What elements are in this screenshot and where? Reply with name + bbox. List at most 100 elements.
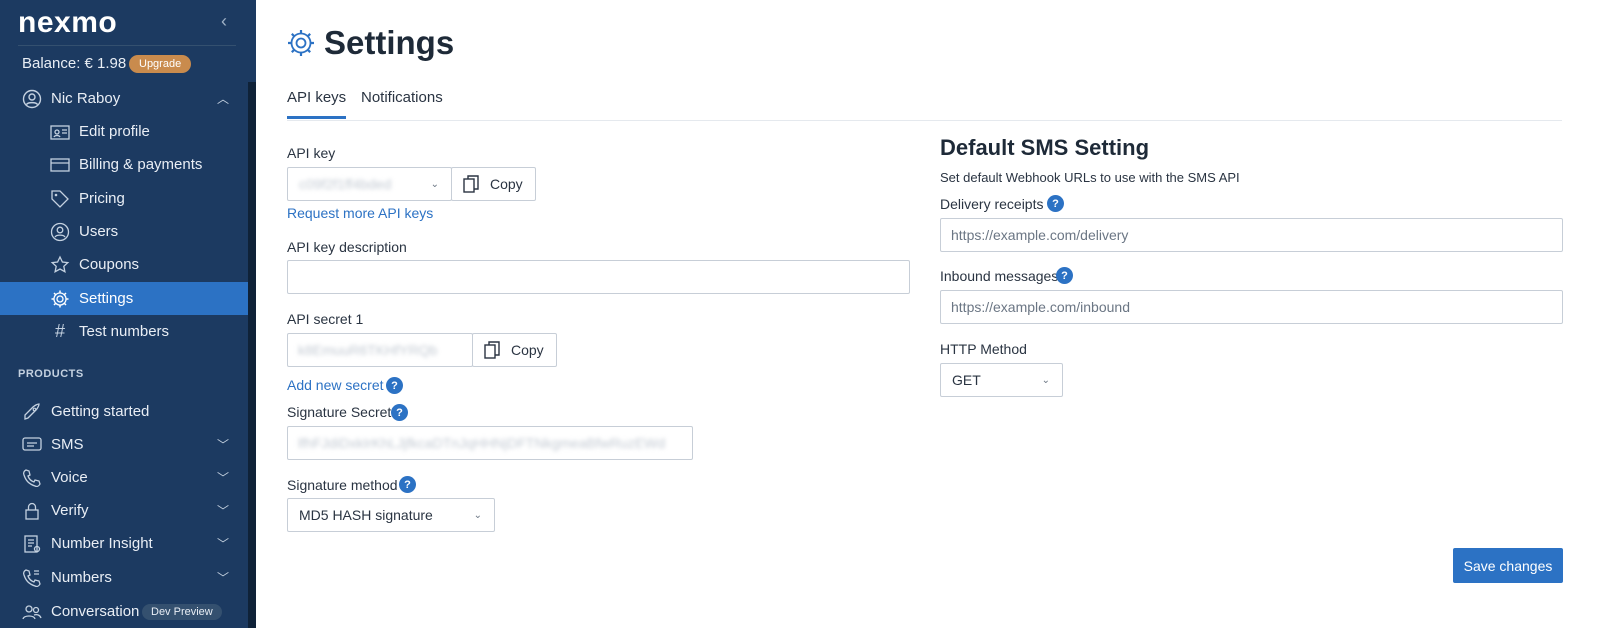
api-key-label: API key <box>287 145 336 161</box>
help-icon[interactable]: ? <box>386 377 403 394</box>
star-icon <box>50 254 70 275</box>
http-method-select[interactable]: GET ⌄ <box>940 363 1063 397</box>
copy-api-key-button[interactable]: Copy <box>451 167 536 201</box>
sidebar-item-label: Numbers <box>51 569 112 586</box>
products-heading: PRODUCTS <box>18 368 84 380</box>
chevron-down-icon: ﹀ <box>217 438 230 452</box>
sidebar-item-edit-profile[interactable]: Edit profile <box>0 115 248 148</box>
chevron-down-icon: ⌄ <box>1041 374 1050 386</box>
sidebar-item-test-numbers[interactable]: # Test numbers <box>0 315 248 348</box>
logo-row: nexmo ‹ <box>18 6 236 46</box>
sms-settings-description: Set default Webhook URLs to use with the… <box>940 170 1240 185</box>
save-changes-button[interactable]: Save changes <box>1453 548 1563 583</box>
sidebar-item-label: Settings <box>79 290 134 307</box>
api-secret-label: API secret 1 <box>287 311 364 327</box>
api-secret-field[interactable]: k8EmuuR6TKHfYRQb <box>287 333 473 367</box>
sidebar-item-label: Coupons <box>79 256 140 273</box>
signature-method-select[interactable]: MD5 HASH signature ⌄ <box>287 498 495 532</box>
sidebar-item-label: Getting started <box>51 403 150 420</box>
api-key-description-input[interactable] <box>287 260 910 294</box>
help-icon[interactable]: ? <box>399 476 416 493</box>
sidebar-item-coupons[interactable]: Coupons <box>0 248 248 281</box>
http-method-label: HTTP Method <box>940 341 1027 357</box>
sidebar: nexmo ‹ Balance: € 1.98 Upgrade Nic Rabo… <box>0 0 256 628</box>
id-card-icon <box>50 122 70 142</box>
copy-icon <box>483 341 501 359</box>
gear-icon <box>286 28 316 58</box>
signature-secret-value: lfhFJdiDxkIrKhLJjfkcaDTnJqHHNjDFTNkgmeaB… <box>298 435 666 451</box>
upgrade-button[interactable]: Upgrade <box>129 55 192 73</box>
sidebar-item-label: Pricing <box>79 190 125 207</box>
phone-icon <box>22 468 42 488</box>
sidebar-item-label: Conversation <box>51 603 140 620</box>
user-circle-icon <box>22 89 42 109</box>
hash-icon: # <box>54 321 65 341</box>
chevron-down-icon: ﹀ <box>217 504 230 518</box>
sidebar-item-user[interactable]: Nic Raboy ︿ <box>0 82 248 115</box>
signature-method-value: MD5 HASH signature <box>299 507 433 523</box>
signature-secret-field[interactable]: lfhFJdiDxkIrKhLJjfkcaDTnJqHHNjDFTNkgmeaB… <box>287 426 693 460</box>
sidebar-item-label: Number Insight <box>51 535 153 552</box>
document-icon <box>22 534 42 554</box>
chevron-down-icon: ﹀ <box>217 537 230 551</box>
request-more-keys-link[interactable]: Request more API keys <box>287 205 433 221</box>
nexmo-logo: nexmo <box>18 6 118 39</box>
sidebar-item-label: SMS <box>51 436 84 453</box>
sidebar-item-users[interactable]: Users <box>0 215 248 248</box>
api-key-select[interactable]: c09f2f1ff4bded ⌄ <box>287 167 452 201</box>
sidebar-item-label: Verify <box>51 502 89 519</box>
sidebar-item-billing[interactable]: Billing & payments <box>0 148 248 181</box>
dev-preview-badge: Dev Preview <box>142 603 222 620</box>
sidebar-item-label: Billing & payments <box>79 156 203 173</box>
inbound-messages-input[interactable]: https://example.com/inbound <box>940 290 1563 324</box>
people-icon <box>22 602 42 622</box>
help-icon[interactable]: ? <box>1056 267 1073 284</box>
sidebar-item-getting-started[interactable]: Getting started <box>0 395 248 428</box>
chevron-down-icon: ﹀ <box>217 571 230 585</box>
delivery-receipts-input[interactable]: https://example.com/delivery <box>940 218 1563 252</box>
message-icon <box>22 435 42 455</box>
page-title: Settings <box>324 24 455 61</box>
sidebar-item-conversation[interactable]: Conversation Dev Preview <box>0 595 248 628</box>
sidebar-item-number-insight[interactable]: Number Insight ﹀ <box>0 527 248 560</box>
credit-card-icon <box>50 155 70 175</box>
chevron-down-icon: ⌄ <box>473 509 482 521</box>
tab-divider <box>287 120 1562 121</box>
sidebar-item-settings[interactable]: Settings <box>0 282 248 315</box>
chevron-down-icon: ⌄ <box>430 178 439 190</box>
sidebar-item-label: Edit profile <box>79 123 150 140</box>
delivery-receipts-label: Delivery receipts <box>940 196 1044 212</box>
sidebar-item-label: Test numbers <box>79 323 170 340</box>
sidebar-item-verify[interactable]: Verify ﹀ <box>0 494 248 527</box>
tab-api-keys[interactable]: API keys <box>287 89 347 119</box>
copy-label: Copy <box>490 176 523 192</box>
users-icon <box>50 222 70 242</box>
signature-secret-label: Signature Secret <box>287 404 392 420</box>
gear-icon <box>50 289 70 309</box>
sidebar-item-numbers[interactable]: Numbers ﹀ <box>0 561 248 594</box>
balance-text: Balance: € 1.98 <box>22 55 127 72</box>
sidebar-item-voice[interactable]: Voice ﹀ <box>0 461 248 494</box>
inbound-messages-label: Inbound messages <box>940 268 1059 284</box>
copy-label: Copy <box>511 342 544 358</box>
sidebar-item-label: Voice <box>51 469 88 486</box>
add-new-secret-link[interactable]: Add new secret <box>287 377 384 393</box>
rocket-icon <box>22 402 42 422</box>
copy-icon <box>462 175 480 193</box>
http-method-value: GET <box>952 372 981 388</box>
copy-api-secret-button[interactable]: Copy <box>472 333 557 367</box>
chevron-down-icon: ﹀ <box>217 471 230 485</box>
tab-notifications[interactable]: Notifications <box>361 89 443 116</box>
sidebar-item-pricing[interactable]: Pricing <box>0 182 248 215</box>
sidebar-user-label: Nic Raboy <box>51 90 121 107</box>
sidebar-item-sms[interactable]: SMS ﹀ <box>0 428 248 461</box>
help-icon[interactable]: ? <box>391 404 408 421</box>
chevron-left-icon[interactable]: ‹ <box>221 10 227 32</box>
signature-method-label: Signature method <box>287 477 398 493</box>
sidebar-item-label: Users <box>79 223 119 240</box>
sidebar-scrollbar[interactable] <box>248 82 256 628</box>
api-key-value: c09f2f1ff4bded <box>299 176 392 192</box>
help-icon[interactable]: ? <box>1047 195 1064 212</box>
api-key-description-label: API key description <box>287 239 407 255</box>
sms-settings-heading: Default SMS Setting <box>940 135 1150 160</box>
